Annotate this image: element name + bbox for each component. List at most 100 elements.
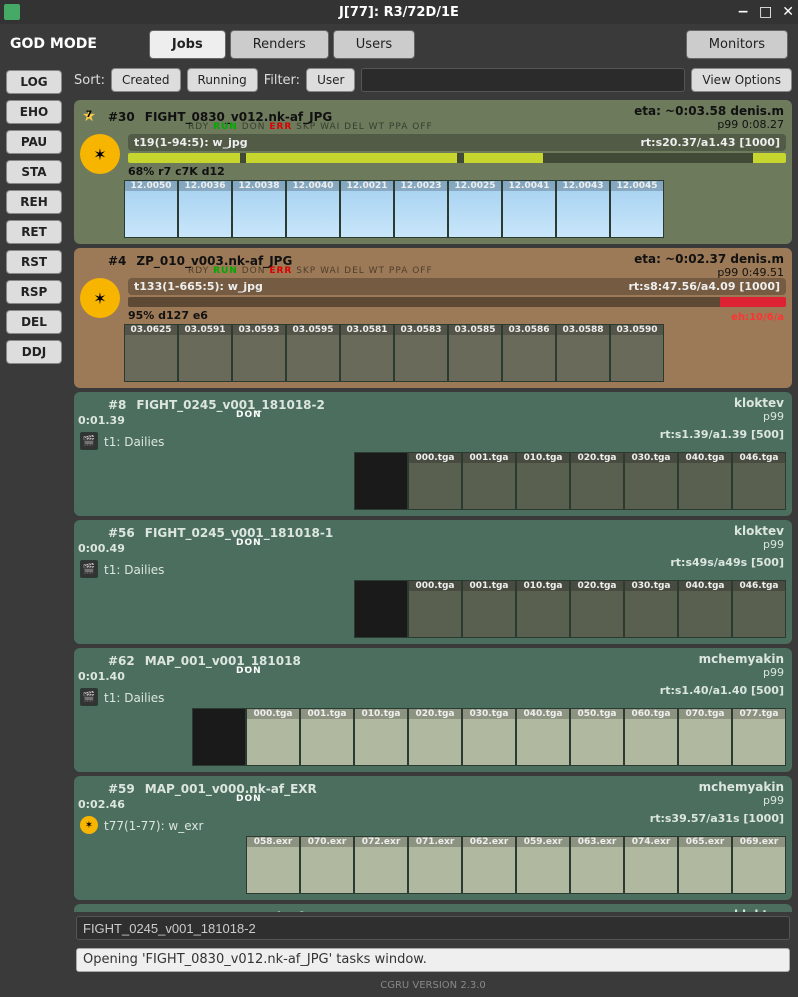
thumbnail[interactable]: 062.exr — [462, 836, 516, 894]
thumbnail-label: 12.0040 — [287, 181, 339, 191]
close-button[interactable]: ✕ — [782, 4, 794, 20]
thumbnail[interactable]: 000.tga — [408, 452, 462, 510]
thumbnail[interactable]: 03.0586 — [502, 324, 556, 382]
star-icon: ★7 — [80, 106, 98, 124]
tab-users[interactable]: Users — [333, 30, 415, 59]
thumbnail-label: 030.tga — [625, 453, 677, 463]
tab-renders[interactable]: Renders — [230, 30, 329, 59]
side-btn-sta[interactable]: STA — [6, 160, 62, 184]
thumbnail[interactable]: 001.tga — [300, 708, 354, 766]
thumbnail[interactable]: 000.tga — [408, 580, 462, 638]
thumbnail[interactable]: 030.tga — [462, 708, 516, 766]
side-btn-log[interactable]: LOG — [6, 70, 62, 94]
side-btn-ret[interactable]: RET — [6, 220, 62, 244]
side-btn-rst[interactable]: RST — [6, 250, 62, 274]
sidebar: LOG EHO PAU STA REH RET RST RSP DEL DDJ — [0, 64, 68, 997]
thumbnail[interactable]: 03.0591 — [178, 324, 232, 382]
primary-tabs: Jobs Renders Users — [149, 30, 415, 59]
thumbnail[interactable]: 040.tga — [678, 580, 732, 638]
thumbnail[interactable]: 001.tga — [462, 452, 516, 510]
thumbnail[interactable] — [192, 708, 246, 766]
thumbnail[interactable]: 020.tga — [570, 580, 624, 638]
thumbnail[interactable]: 046.tga — [732, 452, 786, 510]
sort-running[interactable]: Running — [187, 68, 258, 92]
thumbnail[interactable]: 040.tga — [516, 708, 570, 766]
side-btn-ddj[interactable]: DDJ — [6, 340, 62, 364]
side-btn-del[interactable]: DEL — [6, 310, 62, 334]
thumbnail[interactable]: 071.exr — [408, 836, 462, 894]
thumbnail[interactable]: 030.tga — [624, 452, 678, 510]
thumbnail[interactable]: 010.tga — [354, 708, 408, 766]
thumbnail[interactable]: 077.tga — [732, 708, 786, 766]
thumbnail[interactable]: 12.0040 — [286, 180, 340, 238]
job-item[interactable]: #56FIGHT_0245_v001_181018-1kloktevp990:0… — [74, 520, 792, 644]
thumbnail[interactable]: 063.exr — [570, 836, 624, 894]
thumbnail[interactable]: 12.0050 — [124, 180, 178, 238]
side-btn-eho[interactable]: EHO — [6, 100, 62, 124]
job-item[interactable]: #62MAP_001_v001_181018mchemyakinp990:01.… — [74, 648, 792, 772]
thumbnail[interactable]: 12.0036 — [178, 180, 232, 238]
filter-user[interactable]: User — [306, 68, 355, 92]
thumbnail-label: 12.0050 — [125, 181, 177, 191]
status-line: Opening 'FIGHT_0830_v012.nk-af_JPG' task… — [76, 948, 790, 972]
thumbnail[interactable]: 059.exr — [516, 836, 570, 894]
side-btn-rsp[interactable]: RSP — [6, 280, 62, 304]
thumbnail[interactable]: 03.0588 — [556, 324, 610, 382]
view-options-button[interactable]: View Options — [691, 68, 792, 92]
thumbnail[interactable]: 010.tga — [516, 580, 570, 638]
thumbnail[interactable]: 060.tga — [624, 708, 678, 766]
side-btn-reh[interactable]: REH — [6, 190, 62, 214]
thumbnail[interactable]: 03.0590 — [610, 324, 664, 382]
thumbnail[interactable]: 050.tga — [570, 708, 624, 766]
thumbnail[interactable]: 12.0045 — [610, 180, 664, 238]
thumbnail[interactable]: 12.0025 — [448, 180, 502, 238]
job-item[interactable]: #4ZP_010_v003.nk-af_JPGeta: ~0:02.37 den… — [74, 248, 792, 388]
thumbnail[interactable]: 070.exr — [300, 836, 354, 894]
side-btn-pau[interactable]: PAU — [6, 130, 62, 154]
thumbnail[interactable]: 03.0585 — [448, 324, 502, 382]
thumbnail[interactable]: 001.tga — [462, 580, 516, 638]
thumbnail[interactable]: 030.tga — [624, 580, 678, 638]
thumbnail[interactable]: 03.0593 — [232, 324, 286, 382]
thumbnail-label: 010.tga — [517, 581, 569, 591]
thumbnail[interactable]: 12.0021 — [340, 180, 394, 238]
job-list[interactable]: ★7#30FIGHT_0830_v012.nk-af_JPGeta: ~0:03… — [68, 96, 798, 912]
thumbnail-label: 12.0045 — [611, 181, 663, 191]
thumbnail[interactable]: 12.0041 — [502, 180, 556, 238]
filter-input[interactable] — [361, 68, 685, 92]
thumbnail[interactable]: 046.tga — [732, 580, 786, 638]
thumbnail[interactable]: 072.exr — [354, 836, 408, 894]
thumbnail-label: 072.exr — [355, 837, 407, 847]
thumbnail[interactable]: 020.tga — [570, 452, 624, 510]
tab-jobs[interactable]: Jobs — [149, 30, 226, 59]
thumbnail-label: 058.exr — [247, 837, 299, 847]
thumbnail[interactable]: 040.tga — [678, 452, 732, 510]
thumbnail[interactable]: 058.exr — [246, 836, 300, 894]
thumbnail[interactable]: 03.0595 — [286, 324, 340, 382]
job-item[interactable]: #59MAP_001_v000.nk-af_EXRmchemyakinp990:… — [74, 776, 792, 900]
thumbnail[interactable]: 12.0038 — [232, 180, 286, 238]
job-item[interactable]: #60FIGHT_0245_v001.nk-af_EXR-1kloktevp99… — [74, 904, 792, 912]
maximize-button[interactable]: □ — [759, 4, 772, 20]
job-item[interactable]: #8FIGHT_0245_v001_181018-2kloktevp990:01… — [74, 392, 792, 516]
thumbnail[interactable]: 12.0023 — [394, 180, 448, 238]
selection-input[interactable] — [76, 916, 790, 940]
thumbnail[interactable]: 020.tga — [408, 708, 462, 766]
tab-monitors[interactable]: Monitors — [686, 30, 788, 59]
sort-created[interactable]: Created — [111, 68, 181, 92]
job-item[interactable]: ★7#30FIGHT_0830_v012.nk-af_JPGeta: ~0:03… — [74, 100, 792, 244]
thumbnail[interactable]: 065.exr — [678, 836, 732, 894]
thumbnail[interactable]: 03.0625 — [124, 324, 178, 382]
thumbnail[interactable]: 12.0043 — [556, 180, 610, 238]
thumbnail-label: 040.tga — [679, 453, 731, 463]
thumbnail[interactable]: 074.exr — [624, 836, 678, 894]
thumbnail[interactable] — [354, 580, 408, 638]
minimize-button[interactable]: − — [737, 4, 749, 20]
thumbnail[interactable]: 000.tga — [246, 708, 300, 766]
thumbnail[interactable]: 069.exr — [732, 836, 786, 894]
thumbnail[interactable]: 03.0581 — [340, 324, 394, 382]
thumbnail[interactable]: 03.0583 — [394, 324, 448, 382]
thumbnail[interactable] — [354, 452, 408, 510]
thumbnail[interactable]: 070.tga — [678, 708, 732, 766]
thumbnail[interactable]: 010.tga — [516, 452, 570, 510]
